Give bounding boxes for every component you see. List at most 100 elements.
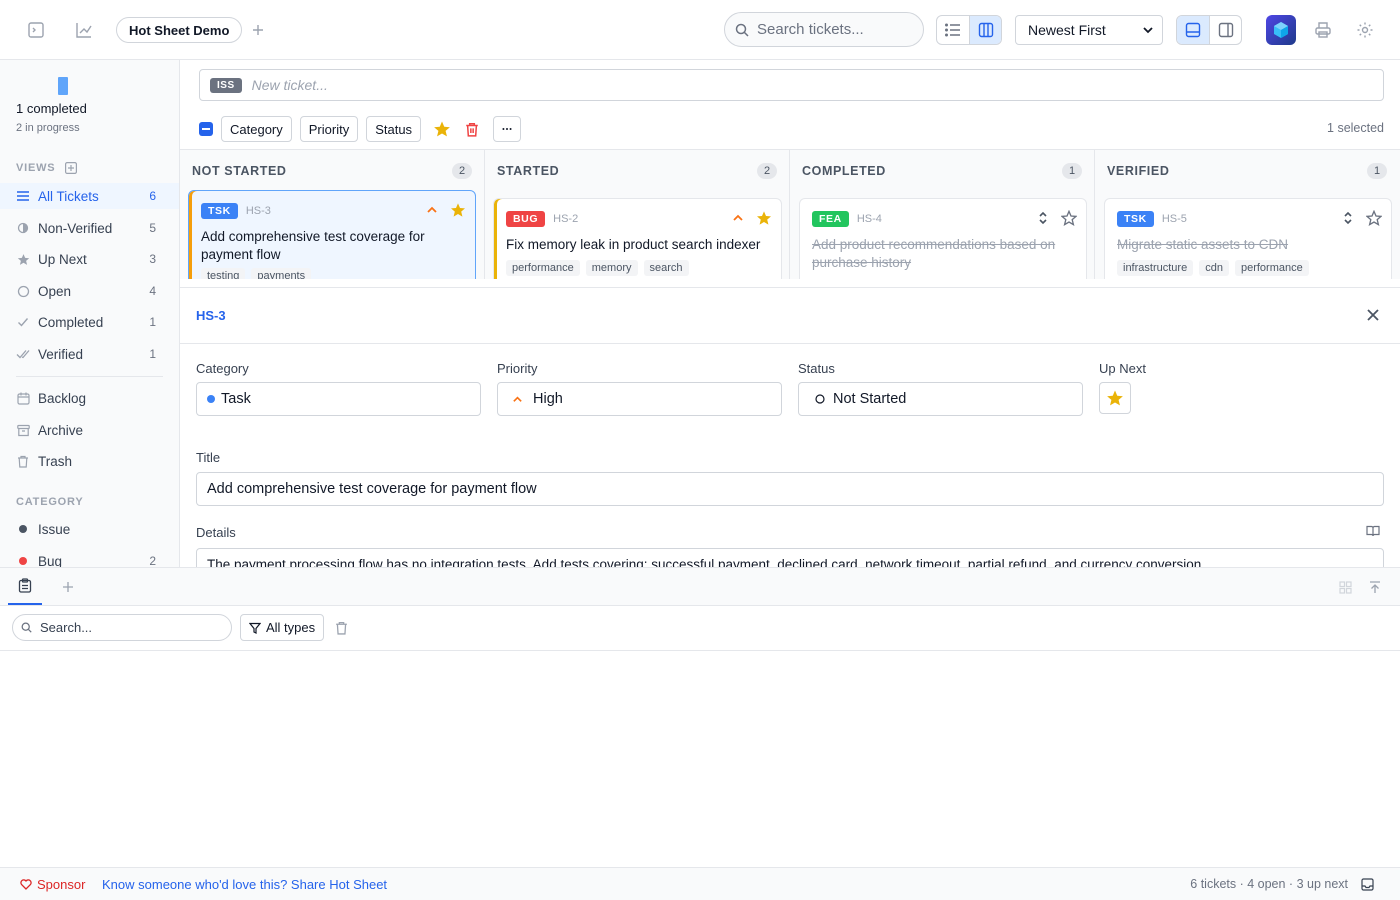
sidebar-item-category-bug[interactable]: Bug 2	[0, 548, 179, 567]
ticket-card[interactable]: BUG HS-2 Fix memory leak in product sear…	[493, 198, 782, 279]
list-icon	[16, 189, 30, 203]
details-field-label: Details	[196, 525, 236, 540]
clear-log-icon[interactable]	[335, 621, 348, 635]
side-panel-icon[interactable]	[1209, 16, 1241, 44]
column-title: STARTED	[497, 164, 560, 178]
sidebar-item-non-verified[interactable]: Non-Verified 5	[0, 215, 179, 241]
upnext-toggle[interactable]	[1099, 382, 1131, 414]
star-icon[interactable]	[449, 201, 467, 219]
sidebar-item-count: 5	[149, 221, 156, 235]
ticket-title: Migrate static assets to CDN	[1117, 237, 1289, 252]
sponsor-link[interactable]: Sponsor	[20, 877, 85, 892]
priority-high-icon[interactable]	[423, 201, 441, 219]
title-field-label: Title	[196, 450, 221, 465]
priority-normal-icon[interactable]	[1339, 209, 1357, 227]
priority-select[interactable]: High	[497, 382, 782, 416]
grid-layout-icon[interactable]	[1339, 581, 1352, 594]
log-tab-bar	[0, 568, 1400, 606]
sidebar-item-label: Bug	[38, 553, 63, 568]
close-icon[interactable]	[1366, 308, 1382, 324]
settings-gear-icon[interactable]	[1353, 18, 1377, 42]
sidebar-item-backlog[interactable]: Backlog	[0, 385, 179, 411]
ticket-id: HS-5	[1161, 213, 1187, 225]
status-button[interactable]: Status	[366, 116, 422, 142]
sidebar-item-count: 2	[149, 554, 156, 567]
new-ticket-input[interactable]: ISS New ticket...	[199, 69, 1384, 101]
sidebar-item-all-tickets[interactable]: All Tickets 6	[0, 183, 179, 209]
details-textarea[interactable]: The payment processing flow has no integ…	[196, 548, 1384, 567]
type-filter-button[interactable]: All types	[240, 614, 325, 641]
star-icon[interactable]	[755, 209, 773, 227]
ticket-type-badge[interactable]: ISS	[210, 77, 242, 93]
sidebar-item-archive[interactable]: Archive	[0, 417, 179, 443]
app-logo-icon[interactable]	[1266, 15, 1296, 45]
ticket-card[interactable]: FEA HS-4 Add product recommendations bas…	[799, 198, 1087, 279]
column-verified: VERIFIED 1 TSK HS-5 Migrate static asset…	[1095, 150, 1400, 279]
search-icon	[21, 622, 32, 633]
trash-icon	[16, 454, 30, 468]
add-project-icon[interactable]	[246, 18, 270, 42]
column-count: 1	[1062, 163, 1082, 179]
status-field-label: Status	[798, 361, 835, 376]
tag: search	[643, 260, 689, 276]
maximize-panel-icon[interactable]	[1369, 581, 1381, 594]
sidebar-item-label: Completed	[38, 314, 104, 330]
category-select[interactable]: Task	[196, 382, 481, 416]
sidebar: 1 completed 2 in progress VIEWS All Tick…	[0, 60, 180, 567]
add-view-icon[interactable]	[65, 162, 78, 174]
search-placeholder: Search tickets...	[757, 21, 864, 38]
list-view-icon[interactable]	[937, 16, 969, 44]
column-not-started: NOT STARTED 2 TSK HS-3 Add comprehensive…	[180, 150, 485, 279]
priority-high-icon[interactable]	[729, 209, 747, 227]
terminal-icon[interactable]	[24, 18, 48, 42]
category-button[interactable]: Category	[221, 116, 292, 142]
detail-ticket-id[interactable]: HS-3	[196, 308, 226, 323]
sidebar-item-label: Open	[38, 283, 72, 299]
ticket-title: Fix memory leak in product search indexe…	[506, 237, 761, 252]
title-input[interactable]: Add comprehensive test coverage for paym…	[196, 472, 1384, 506]
sidebar-item-verified[interactable]: Verified 1	[0, 341, 179, 367]
bottom-panel-icon[interactable]	[1177, 16, 1209, 44]
sidebar-item-count: 1	[149, 347, 156, 361]
sidebar-item-up-next[interactable]: Up Next 3	[0, 246, 179, 272]
board-view-icon[interactable]	[969, 16, 1001, 44]
clipboard-icon[interactable]	[1361, 878, 1374, 891]
ticket-id: HS-2	[553, 213, 579, 225]
share-link[interactable]: Know someone who'd love this? Share Hot …	[102, 877, 387, 892]
priority-normal-icon[interactable]	[1034, 209, 1052, 227]
chart-icon[interactable]	[72, 18, 96, 42]
sidebar-item-trash[interactable]: Trash	[0, 448, 179, 474]
status-select[interactable]: Not Started	[798, 382, 1083, 416]
sidebar-item-count: 4	[149, 284, 156, 298]
sidebar-item-completed[interactable]: Completed 1	[0, 309, 179, 335]
log-search-input[interactable]: Search...	[12, 614, 232, 641]
tag: performance	[1234, 260, 1309, 276]
category-badge: TSK	[201, 203, 238, 219]
project-tab[interactable]: Hot Sheet Demo	[116, 17, 243, 43]
ticket-card[interactable]: TSK HS-5 Migrate static assets to CDN in…	[1104, 198, 1392, 279]
clipboard-tab-icon[interactable]	[8, 568, 42, 605]
print-icon[interactable]	[1311, 18, 1335, 42]
new-ticket-placeholder: New ticket...	[251, 77, 328, 93]
layout-toggle	[1176, 15, 1242, 45]
star-outline-icon[interactable]	[1365, 209, 1383, 227]
select-all-checkbox[interactable]	[199, 122, 213, 136]
star-icon[interactable]	[433, 120, 451, 138]
priority-button[interactable]: Priority	[299, 116, 359, 142]
sort-select[interactable]: Newest First	[1015, 15, 1163, 45]
ticket-id: HS-3	[245, 205, 271, 217]
more-options-icon[interactable]	[493, 116, 522, 142]
sidebar-item-label: Verified	[38, 346, 84, 362]
add-tab-icon[interactable]	[62, 581, 74, 593]
delete-icon[interactable]	[465, 122, 479, 137]
sidebar-item-open[interactable]: Open 4	[0, 278, 179, 304]
sidebar-item-category-issue[interactable]: Issue	[0, 516, 179, 542]
archive-icon	[16, 423, 30, 437]
markdown-preview-icon[interactable]	[1366, 525, 1380, 537]
ticket-card[interactable]: TSK HS-3 Add comprehensive test coverage…	[188, 190, 476, 279]
category-field-label: Category	[196, 361, 249, 376]
star-outline-icon[interactable]	[1060, 209, 1078, 227]
sidebar-item-label: Non-Verified	[38, 220, 113, 236]
category-badge: FEA	[812, 211, 849, 227]
search-input[interactable]: Search tickets...	[724, 12, 924, 47]
